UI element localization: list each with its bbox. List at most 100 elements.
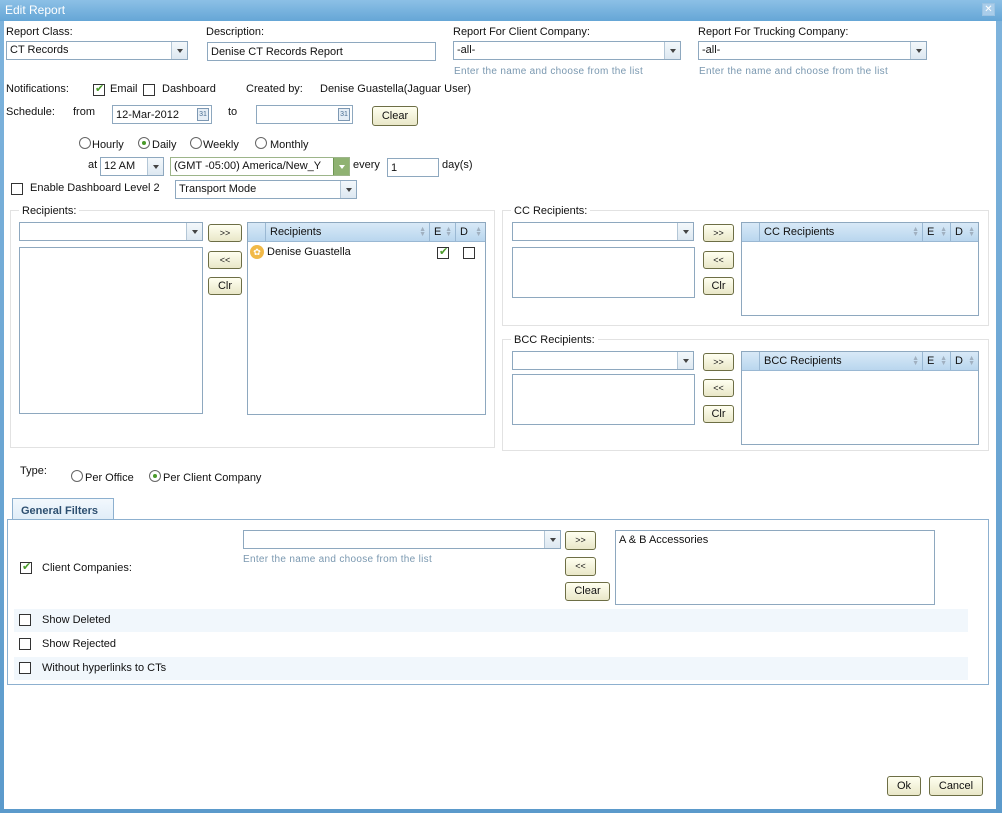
show-deleted-label: Show Deleted (42, 614, 111, 626)
dashboard-label: Dashboard (162, 83, 216, 95)
without-hyperlinks-checkbox[interactable] (19, 662, 31, 674)
email-checkbox[interactable] (93, 82, 105, 96)
every-input[interactable]: 1 (387, 158, 439, 177)
cc-recipients-fieldset: CC Recipients: >> << Clr CC Recipients ▲ ▼… (502, 205, 989, 326)
column-d[interactable]: D ▲ ▼ (950, 223, 978, 242)
chevron-down-icon[interactable] (333, 158, 349, 175)
client-companies-checkbox[interactable] (20, 560, 32, 574)
report-class-value: CT Records (10, 44, 69, 56)
column-d[interactable]: D ▲ ▼ (950, 352, 978, 371)
chevron-down-icon[interactable] (186, 223, 202, 240)
cc-recipients-select[interactable] (512, 222, 694, 241)
close-icon[interactable]: ✕ (982, 3, 995, 16)
column-label: E (927, 226, 935, 238)
per-client-company-radio[interactable] (149, 470, 161, 482)
column-label: D (955, 226, 963, 238)
title-bar[interactable]: Edit Report ✕ (0, 0, 1002, 21)
recipients-select[interactable] (19, 222, 203, 241)
column-recipients[interactable]: Recipients ▲ ▼ (265, 223, 429, 242)
filter-row-show-rejected: Show Rejected (14, 633, 968, 656)
client-company-label: Report For Client Company: (453, 26, 590, 38)
sort-icon: ▲ ▼ (912, 226, 919, 238)
sort-icon: ▲ ▼ (940, 355, 947, 367)
grid-header: BCC Recipients ▲ ▼ E ▲ ▼ D ▲ ▼ (742, 352, 978, 371)
cc-recipients-source-list[interactable] (512, 247, 695, 298)
add-cc-button[interactable]: >> (703, 224, 734, 242)
dashboard-checkbox[interactable] (143, 84, 155, 96)
bcc-recipients-select[interactable] (512, 351, 694, 370)
chevron-down-icon[interactable] (544, 531, 560, 548)
clear-dates-button[interactable]: Clear (372, 106, 418, 126)
calendar-icon[interactable]: 31 (338, 108, 350, 121)
bcc-recipients-legend: BCC Recipients: (511, 334, 598, 346)
weekly-radio[interactable] (190, 137, 202, 149)
edit-report-window: Edit Report ✕ Report Class: CT Records D… (0, 0, 1002, 813)
show-rejected-checkbox[interactable] (19, 638, 31, 650)
column-d[interactable]: D ▲ ▼ (455, 223, 485, 242)
transport-mode-value: Transport Mode (179, 183, 257, 195)
dashboard-level-checkbox[interactable] (11, 183, 23, 195)
tab-general-filters[interactable]: General Filters (12, 498, 114, 520)
calendar-icon[interactable]: 31 (197, 108, 209, 121)
hourly-radio[interactable] (79, 137, 91, 149)
clear-bcc-button[interactable]: Clr (703, 405, 734, 423)
chevron-down-icon[interactable] (677, 223, 693, 240)
recipient-email-checkbox[interactable] (437, 245, 449, 259)
transport-mode-select[interactable]: Transport Mode (175, 180, 357, 199)
timezone-select[interactable]: (GMT -05:00) America/New_Y (170, 157, 350, 176)
chevron-down-icon[interactable] (171, 42, 187, 59)
remove-recipient-button[interactable]: << (208, 251, 242, 269)
show-deleted-checkbox[interactable] (19, 614, 31, 626)
column-label: CC Recipients (764, 226, 835, 238)
chevron-down-icon[interactable] (147, 158, 163, 175)
chevron-down-icon[interactable] (910, 42, 926, 59)
from-date-value: 12-Mar-2012 (116, 109, 179, 121)
grid-header: Recipients ▲ ▼ E ▲ ▼ D ▲ ▼ (248, 223, 485, 242)
client-companies-select[interactable] (243, 530, 561, 549)
daily-radio[interactable] (138, 137, 150, 149)
report-class-select[interactable]: CT Records (6, 41, 188, 60)
cancel-button[interactable]: Cancel (929, 776, 983, 796)
clear-cc-button[interactable]: Clr (703, 277, 734, 295)
monthly-radio[interactable] (255, 137, 267, 149)
remove-cc-button[interactable]: << (703, 251, 734, 269)
remove-client-company-button[interactable]: << (565, 557, 596, 576)
chevron-down-icon[interactable] (340, 181, 356, 198)
add-recipient-button[interactable]: >> (208, 224, 242, 242)
time-value: 12 AM (104, 160, 136, 172)
remove-bcc-button[interactable]: << (703, 379, 734, 397)
at-label: at (88, 159, 98, 171)
list-item[interactable]: A & B Accessories (619, 534, 708, 546)
recipients-source-list[interactable] (19, 247, 203, 414)
trucking-company-select[interactable]: -all- (698, 41, 927, 60)
sort-icon: ▲ ▼ (968, 355, 975, 367)
recipients-fieldset: Recipients: >> << Clr Recipients ▲ ▼ E ▲ ▼ D… (10, 205, 495, 448)
add-bcc-button[interactable]: >> (703, 353, 734, 371)
add-client-company-button[interactable]: >> (565, 531, 596, 550)
bcc-recipients-source-list[interactable] (512, 374, 695, 425)
ok-button[interactable]: Ok (887, 776, 921, 796)
selected-client-companies-list[interactable]: A & B Accessories (615, 530, 935, 605)
column-bcc-recipients[interactable]: BCC Recipients ▲ ▼ (759, 352, 922, 371)
column-label: BCC Recipients (764, 355, 842, 367)
column-cc-recipients[interactable]: CC Recipients ▲ ▼ (759, 223, 922, 242)
chevron-down-icon[interactable] (677, 352, 693, 369)
to-date-input[interactable]: 31 (256, 105, 353, 124)
clear-client-companies-button[interactable]: Clear (565, 582, 610, 601)
chevron-down-icon[interactable] (664, 42, 680, 59)
per-office-radio[interactable] (71, 470, 83, 482)
client-company-hint: Enter the name and choose from the list (454, 66, 644, 77)
from-date-input[interactable]: 12-Mar-2012 31 (112, 105, 212, 124)
column-e[interactable]: E ▲ ▼ (922, 352, 950, 371)
per-office-label: Per Office (85, 472, 134, 484)
column-e[interactable]: E ▲ ▼ (429, 223, 455, 242)
client-company-select[interactable]: -all- (453, 41, 681, 60)
recipient-dashboard-checkbox[interactable] (463, 247, 475, 259)
sort-icon: ▲ ▼ (445, 226, 452, 238)
client-companies-hint: Enter the name and choose from the list (243, 554, 433, 565)
time-select[interactable]: 12 AM (100, 157, 164, 176)
column-e[interactable]: E ▲ ▼ (922, 223, 950, 242)
clear-recipients-button[interactable]: Clr (208, 277, 242, 295)
table-row[interactable]: ✿ Denise Guastella (248, 243, 485, 263)
description-input[interactable]: Denise CT Records Report (207, 42, 436, 61)
